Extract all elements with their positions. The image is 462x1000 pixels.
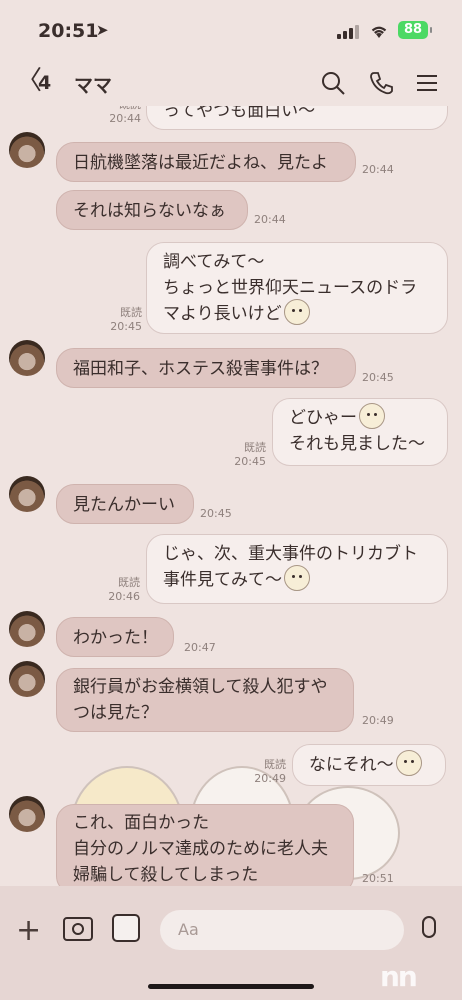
read-receipt: 既読 (105, 106, 141, 111)
message-text: ちょっと世界仰天ニュースのドラ (163, 278, 418, 298)
read-receipt: 既読 (244, 441, 266, 454)
message-text: わかった！ (73, 628, 158, 648)
message-text: 見たんかーい (73, 495, 175, 515)
menu-icon[interactable] (414, 70, 440, 96)
message-time: 20:46 (108, 590, 140, 603)
microphone-icon[interactable] (422, 916, 436, 938)
unread-count[interactable]: 4 (38, 72, 51, 94)
message-bubble-incoming[interactable]: それは知らないなぁ (56, 190, 248, 230)
message-bubble-outgoing[interactable]: なにそれ〜 (292, 744, 446, 786)
emoji-sticker-icon (359, 403, 385, 429)
signal-icon (337, 25, 361, 39)
avatar[interactable] (9, 132, 45, 168)
message-time: 20:45 (362, 371, 394, 384)
chat-header: 〈 4 ママ (0, 58, 462, 106)
message-bubble-incoming[interactable]: 見たんかーい (56, 484, 194, 524)
message-text: 婦騙して殺してしまった (73, 865, 259, 885)
message-time: 20:45 (234, 455, 266, 468)
emoji-sticker-icon (284, 565, 310, 591)
status-time: 20:51 (38, 20, 99, 42)
message-time: 20:44 (362, 163, 394, 176)
read-receipt: 既読 (118, 576, 140, 589)
wifi-icon (371, 26, 387, 38)
location-arrow-icon: ➤ (96, 21, 109, 39)
phone-icon[interactable] (368, 70, 394, 96)
message-text: それも見ました〜 (289, 434, 425, 454)
message-time: 20:49 (254, 772, 286, 785)
message-bubble-outgoing[interactable]: どひゃー それも見ました〜 (272, 398, 448, 466)
watermark-logo: nn (380, 960, 418, 993)
message-text: どひゃー (289, 408, 357, 428)
message-text: 事件見てみて〜 (163, 570, 282, 590)
message-text: なにそれ〜 (309, 755, 394, 775)
message-text: 調べてみて〜 (163, 252, 265, 272)
message-bubble-incoming[interactable]: 福田和子、ホステス殺害事件は？ (56, 348, 356, 388)
camera-icon[interactable] (63, 917, 93, 941)
message-time: 20:47 (184, 641, 216, 654)
plus-icon[interactable]: + (16, 916, 41, 946)
avatar[interactable] (9, 476, 45, 512)
sticker-icon[interactable] (112, 914, 140, 942)
message-bubble-outgoing[interactable]: 調べてみて〜 ちょっと世界仰天ニュースのドラ マより長いけど (146, 242, 448, 334)
message-bubble-outgoing[interactable]: ってやつも面白い〜 (146, 106, 448, 130)
message-text: 銀行員がお金横領して殺人犯すや (73, 677, 328, 697)
avatar[interactable] (9, 796, 45, 832)
message-bubble-incoming[interactable]: 日航機墜落は最近だよね、見たよ (56, 142, 356, 182)
message-time: 20:49 (362, 714, 394, 727)
message-bubble-incoming[interactable]: これ、面白かった 自分のノルマ達成のために老人夫 婦騙して殺してしまった (56, 804, 354, 886)
avatar[interactable] (9, 661, 45, 697)
message-time: 20:45 (200, 507, 232, 520)
read-receipt: 既読 (264, 758, 286, 771)
avatar[interactable] (9, 340, 45, 376)
emoji-sticker-icon (283, 299, 310, 325)
message-time: 20:44 (109, 112, 141, 125)
message-bubble-incoming[interactable]: わかった！ (56, 617, 174, 657)
message-time: 20:45 (110, 320, 142, 333)
search-icon[interactable] (320, 70, 346, 96)
message-text: じゃ、次、重大事件のトリカブト (163, 544, 418, 564)
message-text: ってやつも面白い〜 (163, 106, 316, 121)
message-text: つは見た？ (73, 703, 158, 723)
message-text: 自分のノルマ達成のために老人夫 (73, 839, 328, 859)
message-text: これ、面白かった (73, 813, 210, 833)
message-text: それは知らないなぁ (73, 201, 226, 221)
message-bubble-outgoing[interactable]: じゃ、次、重大事件のトリカブト 事件見てみて〜 (146, 534, 448, 604)
message-text: 福田和子、ホステス殺害事件は？ (73, 359, 328, 379)
message-time: 20:44 (254, 213, 286, 226)
message-input[interactable]: Aa (160, 910, 404, 950)
status-bar: 20:51 ➤ 88 (0, 0, 462, 58)
message-list[interactable]: 既読 20:44 ってやつも面白い〜 日航機墜落は最近だよね、見たよ 20:44… (0, 106, 462, 886)
home-indicator[interactable] (148, 984, 314, 989)
emoji-sticker-icon (395, 750, 422, 776)
message-time: 20:51 (362, 872, 394, 885)
avatar[interactable] (9, 611, 45, 647)
message-text: マより長いけど (163, 304, 282, 324)
chat-title: ママ (74, 75, 113, 97)
message-text: 日航機墜落は最近だよね、見たよ (73, 153, 328, 173)
message-bubble-incoming[interactable]: 銀行員がお金横領して殺人犯すや つは見た？ (56, 668, 354, 732)
read-receipt: 既読 (120, 306, 142, 319)
battery-icon: 88 (398, 21, 432, 39)
